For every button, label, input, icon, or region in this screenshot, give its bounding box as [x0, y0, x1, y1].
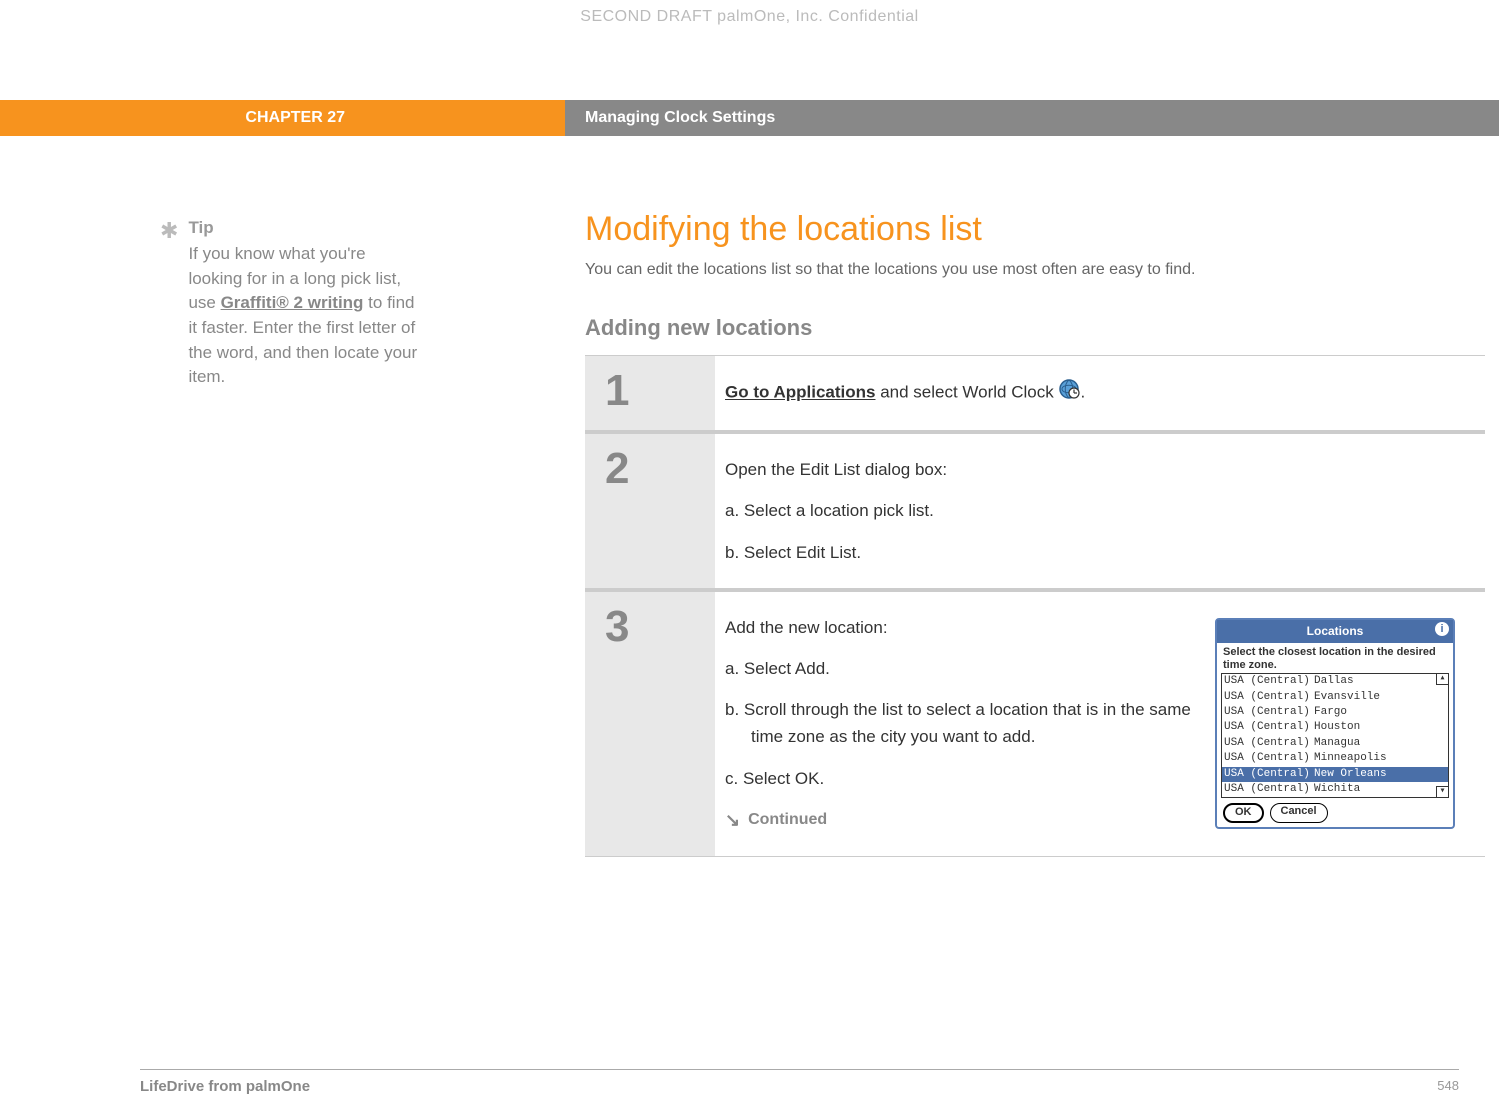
step2-a: a. Select a location pick list.	[725, 497, 1465, 524]
city-cell: Managua	[1314, 736, 1446, 751]
list-item-selected[interactable]: USA (Central)New Orleans	[1222, 767, 1448, 782]
step-row-3: 3 Add the new location: a. Select Add. b…	[585, 592, 1485, 858]
list-item[interactable]: USA (Central)Houston	[1222, 720, 1448, 735]
world-clock-icon	[1058, 378, 1080, 408]
main-content: Modifying the locations list You can edi…	[585, 210, 1485, 857]
scroll-down-icon[interactable]: ▾	[1436, 786, 1448, 797]
continued-label: Continued	[748, 807, 827, 833]
steps-table: 1 Go to Applications and select World Cl…	[585, 355, 1485, 857]
step3-b: b. Scroll through the list to select a l…	[725, 696, 1195, 750]
sidebar-tip: ✱ Tip If you know what you're looking fo…	[160, 218, 420, 390]
city-cell: New Orleans	[1314, 767, 1446, 782]
zone-cell: USA (Central)	[1224, 782, 1314, 797]
list-item[interactable]: USA (Central)Minneapolis	[1222, 751, 1448, 766]
step3-lead: Add the new location:	[725, 614, 1195, 641]
scroll-up-icon[interactable]: ▴	[1436, 674, 1448, 685]
city-cell: Fargo	[1314, 705, 1446, 720]
continued-arrow-icon: ↘	[725, 806, 740, 835]
chapter-label: CHAPTER 27	[0, 100, 565, 136]
list-item[interactable]: USA (Central)Fargo	[1222, 705, 1448, 720]
step-number: 3	[585, 592, 715, 857]
zone-cell: USA (Central)	[1224, 736, 1314, 751]
step-row-2: 2 Open the Edit List dialog box: a. Sele…	[585, 434, 1485, 592]
watermark-text: SECOND DRAFT palmOne, Inc. Confidential	[0, 8, 1499, 26]
dialog-titlebar: Locations i	[1217, 620, 1453, 643]
dialog-instruction: Select the closest location in the desir…	[1217, 643, 1453, 673]
ok-button[interactable]: OK	[1223, 803, 1264, 822]
zone-cell: USA (Central)	[1224, 705, 1314, 720]
tip-heading: Tip	[188, 218, 420, 238]
city-cell: Houston	[1314, 720, 1446, 735]
list-item[interactable]: USA (Central)Dallas	[1222, 674, 1448, 689]
list-item[interactable]: USA (Central)Evansville	[1222, 690, 1448, 705]
intro-text: You can edit the locations list so that …	[585, 261, 1485, 279]
step1-rest: and select World Clock	[875, 383, 1058, 402]
locations-listbox[interactable]: ▴ USA (Central)Dallas USA (Central)Evans…	[1221, 673, 1449, 798]
step2-lead: Open the Edit List dialog box:	[725, 456, 1465, 483]
step1-period: .	[1080, 383, 1085, 402]
list-item[interactable]: USA (Central)Managua	[1222, 736, 1448, 751]
chapter-title: Managing Clock Settings	[565, 100, 1499, 136]
footer-page-number: 548	[1437, 1078, 1459, 1095]
tip-link-graffiti[interactable]: Graffiti® 2 writing	[221, 293, 364, 312]
page-heading: Modifying the locations list	[585, 210, 1485, 249]
info-icon: i	[1435, 622, 1449, 636]
city-cell: Minneapolis	[1314, 751, 1446, 766]
step3-c: c. Select OK.	[725, 765, 1195, 792]
zone-cell: USA (Central)	[1224, 674, 1314, 689]
step-number: 1	[585, 356, 715, 430]
step-row-1: 1 Go to Applications and select World Cl…	[585, 356, 1485, 434]
cancel-button[interactable]: Cancel	[1270, 803, 1328, 822]
zone-cell: USA (Central)	[1224, 751, 1314, 766]
city-cell: Dallas	[1314, 674, 1446, 689]
continued-row: ↘ Continued	[725, 806, 1195, 835]
tip-star-icon: ✱	[160, 220, 178, 242]
header-bar: CHAPTER 27 Managing Clock Settings	[0, 100, 1499, 136]
step2-b: b. Select Edit List.	[725, 539, 1465, 566]
dialog-title: Locations	[1307, 624, 1364, 638]
city-cell: Wichita	[1314, 782, 1446, 797]
city-cell: Evansville	[1314, 690, 1446, 705]
step-number: 2	[585, 434, 715, 588]
zone-cell: USA (Central)	[1224, 767, 1314, 782]
footer-product: LifeDrive from palmOne	[140, 1078, 310, 1095]
tip-body: If you know what you're looking for in a…	[188, 242, 420, 390]
zone-cell: USA (Central)	[1224, 720, 1314, 735]
dialog-button-row: OK Cancel	[1217, 798, 1453, 826]
locations-dialog-screenshot: Locations i Select the closest location …	[1215, 618, 1455, 829]
link-go-to-applications[interactable]: Go to Applications	[725, 383, 875, 402]
page-footer: LifeDrive from palmOne 548	[140, 1069, 1459, 1095]
step3-a: a. Select Add.	[725, 655, 1195, 682]
list-item[interactable]: USA (Central)Wichita	[1222, 782, 1448, 797]
zone-cell: USA (Central)	[1224, 690, 1314, 705]
section-heading: Adding new locations	[585, 315, 1485, 341]
